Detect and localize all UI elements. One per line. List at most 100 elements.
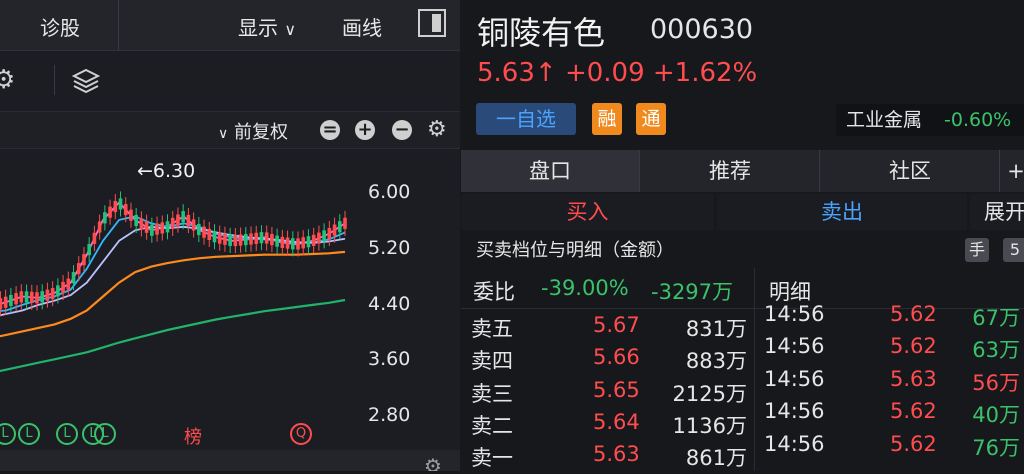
candle-body xyxy=(108,206,112,218)
candle-body xyxy=(296,238,300,250)
order-row-sell2[interactable]: 卖二 5.64 1136万 xyxy=(461,410,753,442)
display-button[interactable]: 显示 ∨ xyxy=(238,12,296,41)
order-row-sell3[interactable]: 卖三 5.65 2125万 xyxy=(461,378,753,410)
candle-body xyxy=(113,200,118,213)
connect-tag[interactable]: 通 xyxy=(636,103,666,135)
candle-body xyxy=(322,230,326,242)
tick-price: 5.63 xyxy=(890,367,937,391)
zoom-in-icon[interactable]: + xyxy=(355,120,375,140)
order-row-sell4[interactable]: 卖四 5.66 883万 xyxy=(461,345,753,377)
column-divider xyxy=(754,268,755,471)
tick-price: 5.62 xyxy=(890,302,937,326)
panel-toggle-icon[interactable] xyxy=(418,9,446,37)
tick-price: 5.62 xyxy=(890,432,937,456)
candle-body xyxy=(61,281,65,294)
candle-body xyxy=(311,234,316,246)
expand-button[interactable]: 展开 xyxy=(970,194,1024,230)
candle-body xyxy=(118,198,123,210)
chart-bottom-bar xyxy=(0,450,460,471)
quote-tabs: 盘口 推荐 社区 + xyxy=(461,150,1024,192)
kline-panel: 诊股 显示 ∨ 画线 ⚙ ∨ 前复权 = + − ⚙ ←6.30 6.00 5.… xyxy=(0,0,460,471)
price-adjust-dropdown[interactable]: ∨ 前复权 xyxy=(218,118,288,144)
candle-body xyxy=(87,244,91,256)
high-price-annotation: ←6.30 xyxy=(137,160,196,182)
tick-row: 14:56 5.63 56万 xyxy=(760,367,1024,399)
draw-line-button[interactable]: 画线 xyxy=(342,12,382,41)
tick-amount: 76万 xyxy=(972,436,1020,460)
event-marker-l[interactable]: L xyxy=(18,423,40,445)
candle-body xyxy=(176,214,180,226)
tick-time: 14:56 xyxy=(764,367,825,391)
candle-body xyxy=(254,232,259,244)
chart-toolbar: 诊股 显示 ∨ 画线 xyxy=(0,0,460,51)
event-marker-l[interactable]: L xyxy=(0,423,16,445)
level-price: 5.67 xyxy=(593,313,640,337)
level-price: 5.65 xyxy=(593,378,640,402)
ratio-label: 委比 xyxy=(473,280,515,304)
buy-button[interactable]: 买入 xyxy=(461,194,714,230)
candle-body xyxy=(285,237,290,249)
price-change-line: 5.63↑ +0.09 +1.62% xyxy=(477,58,758,88)
sector-change: -0.60% xyxy=(944,109,1012,131)
gear-icon[interactable]: ⚙ xyxy=(0,65,15,95)
candle-body xyxy=(317,232,321,244)
zoom-out-icon[interactable]: − xyxy=(392,120,412,140)
sell-button[interactable]: 卖出 xyxy=(717,194,967,230)
level-label: 卖一 xyxy=(471,446,513,470)
stock-name: 铜陵有色 xyxy=(477,14,606,52)
candle-body xyxy=(170,217,175,230)
candle-body xyxy=(238,234,243,246)
tick-time: 14:56 xyxy=(764,432,825,456)
candle-body xyxy=(0,298,3,310)
order-row-sell1[interactable]: 卖一 5.63 861万 xyxy=(461,442,753,474)
tick-time: 14:56 xyxy=(764,399,825,423)
tab-community[interactable]: 社区 xyxy=(821,150,1000,192)
candle-body xyxy=(76,263,81,275)
level-label: 卖五 xyxy=(471,317,513,341)
price-adjust-label: 前复权 xyxy=(233,122,288,143)
sector-badge[interactable]: 工业金属 -0.60% xyxy=(836,104,1024,136)
event-marker-l[interactable]: L xyxy=(56,423,78,445)
five-level-button[interactable]: 5 xyxy=(1003,238,1024,262)
equals-icon[interactable]: = xyxy=(320,120,340,140)
candle-body xyxy=(14,293,18,305)
tick-time: 14:56 xyxy=(764,334,825,358)
tick-amount: 40万 xyxy=(972,403,1020,427)
layers-icon[interactable] xyxy=(72,67,100,95)
level-amount: 831万 xyxy=(685,317,747,341)
tick-row: 14:56 5.62 76万 xyxy=(760,432,1024,464)
chart-tool-row: ⚙ xyxy=(0,51,460,112)
settings-gear-icon[interactable]: ⚙ xyxy=(427,117,447,142)
diagnose-button[interactable]: 诊股 xyxy=(40,12,80,41)
candle-body xyxy=(35,292,39,304)
level-price: 5.64 xyxy=(593,410,640,434)
add-tab-button[interactable]: + xyxy=(1001,150,1024,192)
candle-body xyxy=(160,222,165,234)
ma-line xyxy=(0,298,346,373)
candle-body xyxy=(212,231,217,243)
gear-icon[interactable]: ⚙ xyxy=(424,454,442,471)
candle-body xyxy=(150,224,154,236)
margin-tag[interactable]: 融 xyxy=(592,103,622,135)
candle-body xyxy=(217,232,222,244)
candle-body xyxy=(71,272,76,284)
ranking-marker[interactable]: 榜 xyxy=(184,423,202,449)
candle-body xyxy=(92,232,97,244)
hand-unit-button[interactable]: 手 xyxy=(965,238,989,262)
detail-title: 买卖档位与明细（金额） xyxy=(476,240,674,261)
candle-body xyxy=(144,221,149,233)
candle-body xyxy=(186,214,191,227)
candle-body xyxy=(3,296,8,308)
event-marker-l[interactable]: L xyxy=(94,423,116,445)
candle-body xyxy=(97,221,102,233)
qa-marker[interactable]: Q xyxy=(290,423,312,445)
level-amount: 861万 xyxy=(685,446,747,470)
order-row-sell5[interactable]: 卖五 5.67 831万 xyxy=(461,313,753,345)
add-watchlist-button[interactable]: 一自选 xyxy=(476,103,576,135)
candle-body xyxy=(301,237,306,249)
display-label: 显示 xyxy=(238,16,278,40)
tab-recommend[interactable]: 推荐 xyxy=(641,150,820,192)
tick-row: 14:56 5.62 67万 xyxy=(760,302,1024,334)
tab-orderbook[interactable]: 盘口 xyxy=(461,150,640,192)
level-label: 卖四 xyxy=(471,349,513,373)
